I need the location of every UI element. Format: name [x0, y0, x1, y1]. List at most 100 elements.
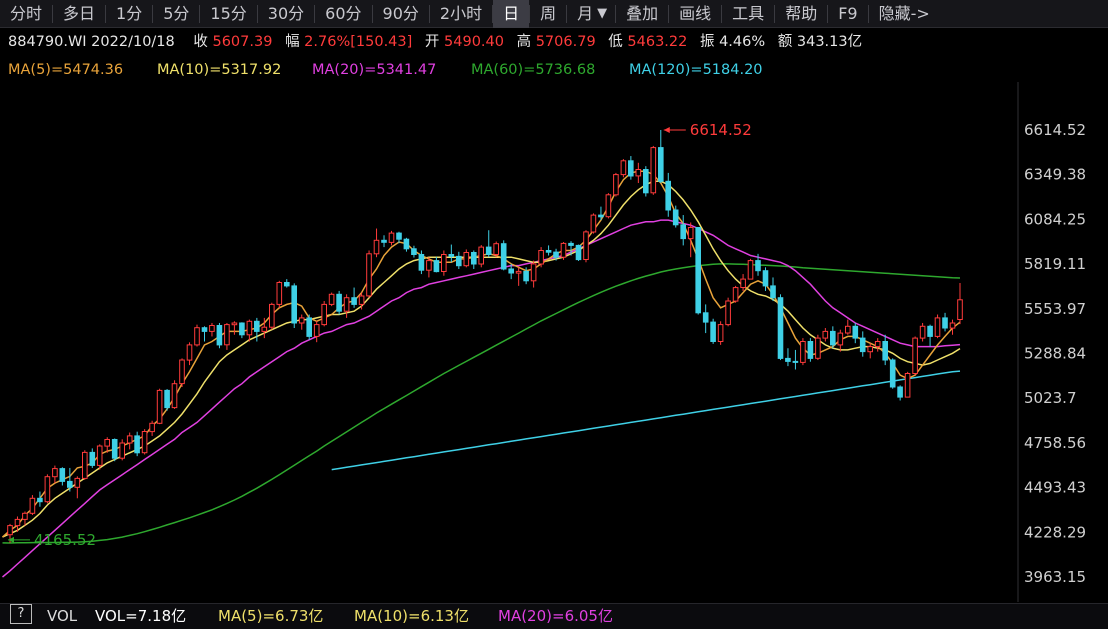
candle: [448, 244, 455, 263]
candle: [433, 256, 440, 273]
f9-button[interactable]: F9: [828, 0, 867, 28]
candle: [291, 283, 297, 329]
candle: [717, 321, 724, 345]
volume-info-bar: ? VOL VOL=7.18亿 MA(5)=6.73亿 MA(10)=6.13亿…: [0, 603, 1108, 629]
candle: [747, 258, 754, 280]
candle-body: [14, 518, 21, 527]
candle-body: [231, 322, 238, 326]
help-icon[interactable]: ?: [10, 604, 32, 624]
candle: [381, 235, 387, 248]
period-dropdown-icon[interactable]: ▼: [595, 0, 615, 28]
candle-body: [171, 383, 178, 409]
candle: [351, 287, 357, 308]
candle: [680, 215, 687, 246]
candle-body: [635, 169, 642, 177]
candle: [807, 338, 814, 362]
candle-body: [328, 293, 335, 305]
candle: [628, 156, 634, 180]
y-axis-ticks: 6614.52 6349.38 6084.25 5819.11 5553.97 5288.…: [1024, 121, 1086, 586]
candle: [111, 438, 118, 462]
candle-body: [179, 359, 185, 385]
draw-line-button[interactable]: 画线: [669, 0, 721, 28]
candle-body: [284, 282, 290, 287]
candle-body: [897, 386, 903, 398]
close-label: 收: [193, 34, 208, 50]
tab-5min[interactable]: 5分: [153, 0, 199, 28]
tab-weekly[interactable]: 周: [530, 0, 566, 28]
hide-button[interactable]: 隐藏->: [869, 0, 940, 28]
candle-body: [156, 389, 163, 424]
overlay-button[interactable]: 叠加: [616, 0, 668, 28]
open-value: 5490.40: [444, 34, 504, 50]
tools-button[interactable]: 工具: [722, 0, 774, 28]
period-toolbar: 分时 多日 1分 5分 15分 30分 60分 90分 2小时 日 周 月 ▼ …: [0, 0, 1108, 28]
tab-60min[interactable]: 60分: [315, 0, 371, 28]
candle-body: [343, 297, 350, 312]
candle: [456, 251, 462, 270]
candle: [822, 328, 829, 342]
candle: [463, 249, 470, 268]
candle-body: [396, 232, 402, 240]
y-tick-label: 4758.56: [1024, 434, 1086, 452]
candle: [156, 388, 163, 425]
candle-body: [889, 359, 896, 388]
candle-body: [59, 468, 66, 482]
candle-body: [306, 317, 312, 337]
low-marker-arrow: [8, 536, 14, 543]
candle-body: [96, 445, 103, 466]
candle-body: [643, 169, 649, 194]
candle: [149, 420, 155, 436]
candle-body: [358, 295, 365, 305]
candle: [231, 321, 238, 335]
candle: [269, 302, 275, 330]
ma10-line: [2, 180, 961, 538]
tab-multi-day[interactable]: 多日: [53, 0, 105, 28]
candle: [366, 250, 372, 298]
open-label: 开: [424, 34, 440, 50]
candle: [927, 324, 933, 347]
candle-body: [800, 341, 806, 363]
y-tick-label: 5023.7: [1024, 389, 1077, 407]
candle-body: [478, 246, 484, 265]
candle-body: [874, 341, 881, 348]
tab-15min[interactable]: 15分: [200, 0, 256, 28]
candle: [336, 290, 342, 315]
candle-body: [650, 147, 657, 194]
candles: [7, 130, 963, 543]
candle-body: [605, 194, 612, 218]
candle-body: [545, 250, 552, 253]
candle: [82, 450, 88, 480]
candle-body: [919, 325, 926, 339]
candle: [785, 348, 791, 367]
y-tick-label: 5553.97: [1024, 300, 1086, 318]
candle-body: [224, 324, 230, 346]
tab-90min[interactable]: 90分: [373, 0, 429, 28]
tab-monthly[interactable]: 月: [567, 0, 595, 28]
candle-body: [209, 325, 215, 332]
candle-body: [792, 360, 799, 363]
y-tick-label: 4493.43: [1024, 479, 1086, 497]
help-button[interactable]: 帮助: [775, 0, 827, 28]
range-value: 2.76%[150.43]: [304, 34, 413, 50]
tab-30min[interactable]: 30分: [258, 0, 314, 28]
candle-body: [276, 282, 283, 305]
candle-body: [261, 326, 268, 332]
candle: [904, 371, 911, 398]
candle-body: [957, 299, 963, 321]
candle-body: [7, 525, 13, 536]
candle-body: [732, 287, 739, 302]
tab-intraday[interactable]: 分时: [0, 0, 52, 28]
candle: [770, 277, 776, 302]
tab-1min[interactable]: 1分: [106, 0, 152, 28]
candle: [710, 318, 716, 344]
tab-daily[interactable]: 日: [493, 0, 530, 28]
candle-body: [822, 330, 829, 339]
tab-2hour[interactable]: 2小时: [430, 0, 492, 28]
candle-body: [695, 227, 702, 314]
candle-body: [493, 243, 499, 255]
candle: [830, 326, 836, 349]
y-tick-label: 3963.15: [1024, 568, 1086, 586]
candle: [740, 274, 746, 291]
candle: [328, 292, 335, 307]
candle-body: [538, 250, 544, 265]
